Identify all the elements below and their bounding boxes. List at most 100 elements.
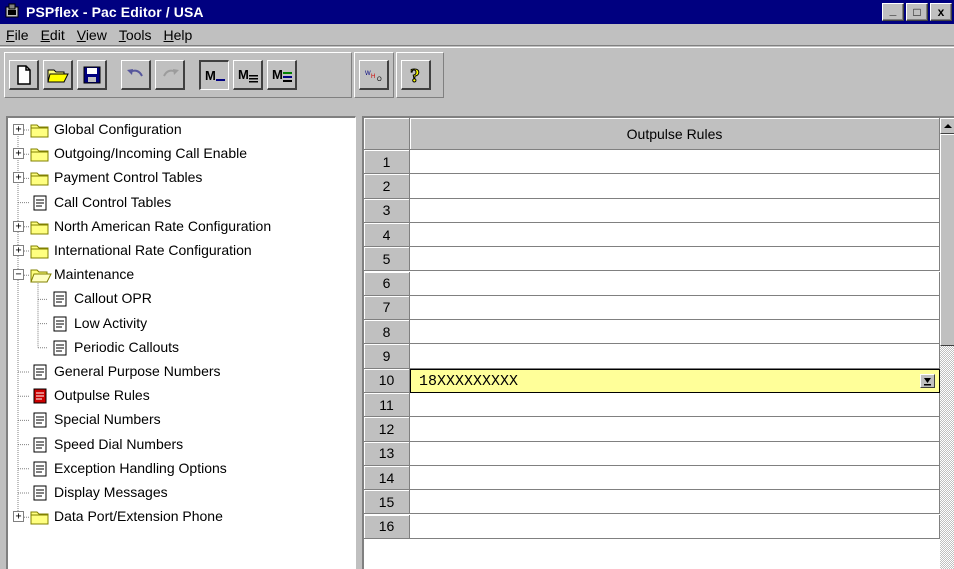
scroll-up-button[interactable]	[940, 118, 954, 134]
column-header-outpulse-rules[interactable]: Outpulse Rules	[410, 118, 940, 150]
row-header[interactable]: 13	[364, 441, 410, 466]
tree-item-label: Low Activity	[74, 314, 148, 331]
tree-item-low-activity[interactable]: Low Activity	[8, 312, 348, 336]
tree-item-payment-control-tables[interactable]: + Payment Control Tables	[8, 166, 348, 190]
rule-cell[interactable]	[410, 490, 940, 515]
expand-icon[interactable]: +	[13, 245, 24, 256]
tree-item-special-numbers[interactable]: Special Numbers	[8, 408, 348, 432]
rule-cell[interactable]	[410, 320, 940, 345]
outpulse-rules-grid[interactable]: Outpulse Rules 1 2 3 4 5 6 7 8 9 10 18XXXXXXXXX 11 1…	[362, 116, 954, 569]
row-header[interactable]: 8	[364, 320, 410, 345]
tree-item-label: Global Configuration	[54, 121, 182, 137]
rule-value: 18XXXXXXXXX	[419, 372, 519, 390]
tree-item-label: Periodic Callouts	[74, 338, 180, 355]
m-view-2-button[interactable]: M	[233, 60, 263, 90]
minimize-button[interactable]: _	[882, 3, 904, 21]
expand-icon[interactable]: +	[13, 220, 24, 232]
row-header[interactable]: 9	[364, 344, 410, 369]
tree-item-north-american-rate-configuration[interactable]: + North American Rate Configuration	[8, 215, 348, 239]
menu-mnemonic: H	[163, 26, 174, 43]
menu-help[interactable]: Help	[158, 27, 199, 43]
rule-cell[interactable]	[410, 514, 940, 539]
row-header[interactable]: 16	[364, 514, 410, 539]
rule-cell[interactable]	[410, 344, 940, 369]
tree-item-exception-handling-options[interactable]: Exception Handling Options	[8, 457, 348, 481]
expand-icon[interactable]: +	[13, 172, 24, 184]
menu-view[interactable]: View	[71, 27, 113, 43]
row-header[interactable]: 11	[364, 393, 410, 418]
row-header[interactable]: 4	[364, 222, 410, 248]
tree-item-general-purpose-numbers[interactable]: General Purpose Numbers	[8, 360, 348, 384]
title-bar[interactable]: PSPflex - Pac Editor / USA _ □ x	[0, 0, 954, 24]
undo-button[interactable]	[121, 60, 151, 90]
rule-cell[interactable]	[410, 393, 940, 418]
scroll-thumb[interactable]	[940, 134, 954, 346]
tree-item-international-rate-configuration[interactable]: + International Rate Configuration	[8, 239, 348, 263]
active-rule-cell[interactable]: 18XXXXXXXXX	[410, 368, 940, 393]
rule-cell[interactable]	[410, 247, 940, 272]
collapse-icon[interactable]: −	[13, 269, 24, 281]
rule-cell[interactable]	[410, 417, 940, 442]
svg-text:M: M	[272, 67, 283, 82]
m-view-3-button[interactable]: M	[267, 60, 297, 90]
tree-item-callout-opr[interactable]: Callout OPR	[8, 287, 348, 311]
row-header[interactable]: 12	[364, 417, 410, 442]
rule-cell[interactable]	[410, 150, 940, 175]
tree-item-display-messages[interactable]: Display Messages	[8, 481, 348, 505]
dropdown-arrow-icon[interactable]	[920, 373, 935, 388]
menu-label-rest: iew	[85, 26, 107, 43]
svg-text:H: H	[371, 74, 375, 80]
navigation-tree[interactable]: + Global Configuration + Outgoing/Incoming …	[6, 116, 356, 569]
redo-button[interactable]	[155, 60, 185, 90]
row-header[interactable]: 15	[364, 490, 410, 515]
rule-cell[interactable]	[410, 174, 940, 199]
menu-tools[interactable]: Tools	[113, 27, 158, 43]
open-folder-icon	[30, 267, 52, 283]
tree-item-periodic-callouts[interactable]: Periodic Callouts	[8, 336, 348, 360]
document-icon	[30, 485, 50, 501]
help-button[interactable]: ?	[401, 60, 431, 90]
rule-cell[interactable]	[410, 465, 940, 491]
rule-cell[interactable]	[410, 441, 940, 466]
menu-file[interactable]: File	[0, 27, 35, 43]
tree-item-maintenance[interactable]: − Maintenance	[8, 263, 348, 287]
expand-icon[interactable]: +	[13, 124, 24, 135]
menu-bar: File Edit View Tools Help	[0, 24, 954, 46]
who-button[interactable]: WHO	[359, 60, 389, 90]
row-header[interactable]: 1	[364, 150, 410, 175]
menu-edit[interactable]: Edit	[35, 27, 71, 43]
open-button[interactable]	[43, 60, 73, 90]
tree-item-outpulse-rules[interactable]: Outpulse Rules	[8, 384, 348, 408]
tree-item-data-port-extension-phone[interactable]: + Data Port/Extension Phone	[8, 505, 348, 529]
tree-item-global-configuration[interactable]: + Global Configuration	[8, 118, 348, 142]
row-number: 3	[382, 202, 391, 219]
tree-item-label: General Purpose Numbers	[54, 363, 221, 379]
maximize-button[interactable]: □	[906, 3, 928, 21]
expand-icon[interactable]: +	[13, 511, 24, 523]
folder-icon	[30, 243, 50, 259]
row-header[interactable]: 7	[364, 295, 410, 321]
save-button[interactable]	[77, 60, 107, 90]
rule-cell[interactable]	[410, 222, 940, 248]
rule-cell[interactable]	[410, 271, 940, 296]
close-button[interactable]: x	[930, 3, 952, 21]
m-view-1-button[interactable]: M	[199, 60, 229, 90]
row-header[interactable]: 3	[364, 198, 410, 223]
row-number: 6	[382, 275, 391, 292]
row-header[interactable]: 10	[364, 368, 410, 393]
expand-icon[interactable]: +	[13, 148, 24, 160]
m-view-1-icon: M	[205, 68, 225, 83]
row-header[interactable]: 5	[364, 247, 410, 272]
tree-item-speed-dial-numbers[interactable]: Speed Dial Numbers	[8, 433, 348, 457]
toolbar: M M M WHO ?	[0, 47, 954, 115]
tree-item-outgoing-incoming-call-enable[interactable]: + Outgoing/Incoming Call Enable	[8, 142, 348, 166]
row-header[interactable]: 2	[364, 174, 410, 199]
row-number: 7	[382, 299, 391, 316]
rule-cell[interactable]	[410, 295, 940, 321]
row-header[interactable]: 14	[364, 465, 410, 491]
rule-cell[interactable]	[410, 198, 940, 223]
vertical-scrollbar[interactable]	[940, 118, 954, 569]
row-header[interactable]: 6	[364, 271, 410, 296]
new-button[interactable]	[9, 60, 39, 90]
tree-item-call-control-tables[interactable]: Call Control Tables	[8, 191, 348, 215]
